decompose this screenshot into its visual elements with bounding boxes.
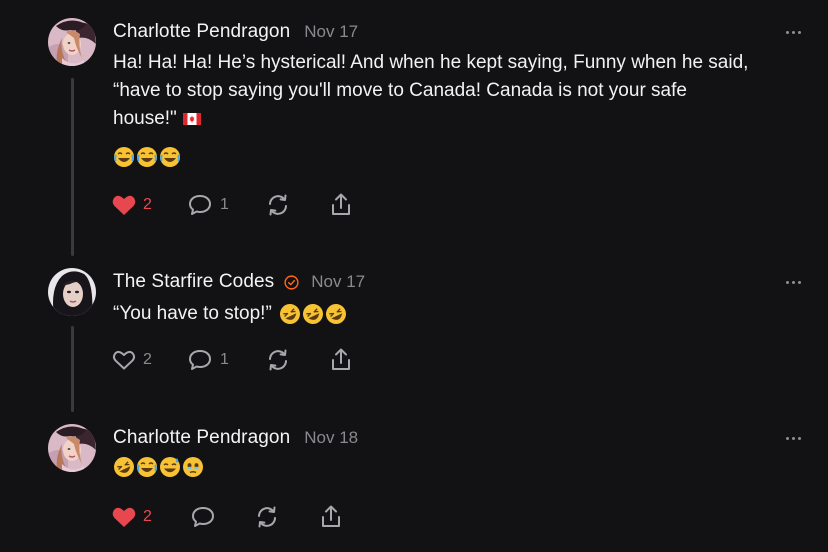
restack-button[interactable] bbox=[254, 503, 280, 531]
canada-flag-icon bbox=[182, 113, 201, 125]
share-button[interactable] bbox=[329, 191, 353, 219]
inline-emojis bbox=[279, 303, 347, 325]
comment-text: Ha! Ha! Ha! He’s hysterical! And when he… bbox=[113, 49, 813, 133]
comment-actions: 2 1 bbox=[110, 191, 370, 219]
share-button[interactable] bbox=[329, 346, 353, 374]
more-icon[interactable] bbox=[782, 426, 804, 450]
comment-actions: 2 bbox=[110, 503, 370, 531]
avatar[interactable] bbox=[48, 424, 96, 472]
restack-icon bbox=[269, 349, 287, 371]
like-button[interactable]: 2 bbox=[112, 191, 152, 219]
comment-text-line: house!" bbox=[113, 108, 177, 129]
restack-button[interactable] bbox=[265, 346, 291, 374]
restack-icon bbox=[269, 194, 287, 216]
comment-icon bbox=[192, 507, 214, 527]
thread-line bbox=[71, 78, 74, 256]
share-icon bbox=[332, 348, 350, 370]
comment-text-line: “You have to stop!” bbox=[113, 303, 272, 324]
comment-text: “You have to stop!” bbox=[113, 300, 813, 328]
heart-icon bbox=[112, 507, 136, 527]
emoji-line bbox=[113, 456, 204, 478]
comment-text-line: Ha! Ha! Ha! He’s hysterical! And when he… bbox=[113, 52, 749, 73]
comment-header: The Starfire Codes Nov 17 bbox=[113, 268, 365, 296]
joy-emoji-icon bbox=[160, 147, 180, 167]
comment-date[interactable]: Nov 17 bbox=[304, 22, 358, 42]
like-button[interactable]: 2 bbox=[112, 503, 152, 531]
comment-icon bbox=[189, 350, 211, 370]
reply-count: 1 bbox=[220, 351, 229, 368]
joy-emoji-icon bbox=[114, 147, 134, 167]
share-button[interactable] bbox=[319, 503, 343, 531]
rofl-emoji-icon bbox=[325, 304, 346, 324]
comment-header: Charlotte Pendragon Nov 17 bbox=[113, 18, 358, 46]
avatar[interactable] bbox=[48, 18, 96, 66]
like-count: 2 bbox=[143, 351, 152, 368]
rofl-emoji-icon bbox=[302, 304, 323, 324]
joy-emoji-icon bbox=[137, 147, 157, 167]
holding-back-tears-emoji-icon bbox=[183, 457, 203, 477]
comment-date[interactable]: Nov 18 bbox=[304, 428, 358, 448]
reply-button[interactable]: 1 bbox=[187, 191, 229, 219]
like-button[interactable]: 2 bbox=[112, 346, 152, 374]
restack-icon bbox=[258, 506, 276, 528]
reply-button[interactable] bbox=[190, 503, 216, 531]
rofl-emoji-icon bbox=[279, 304, 300, 324]
reply-button[interactable]: 1 bbox=[187, 346, 229, 374]
like-count: 2 bbox=[143, 508, 152, 525]
share-icon bbox=[322, 505, 340, 527]
thread-line bbox=[71, 326, 74, 412]
comment-actions: 2 1 bbox=[110, 346, 370, 374]
sweat-smile-emoji-icon bbox=[160, 457, 180, 477]
comment-icon bbox=[189, 195, 211, 215]
avatar[interactable] bbox=[48, 268, 96, 316]
joy-emoji-icon bbox=[137, 457, 157, 477]
verified-icon bbox=[284, 274, 299, 290]
emoji-line bbox=[113, 146, 181, 168]
more-icon[interactable] bbox=[782, 20, 804, 44]
heart-icon bbox=[112, 195, 136, 215]
heart-outline-icon bbox=[112, 350, 136, 370]
restack-button[interactable] bbox=[265, 191, 291, 219]
reply-count: 1 bbox=[220, 196, 229, 213]
author-name[interactable]: The Starfire Codes bbox=[113, 271, 274, 293]
author-name[interactable]: Charlotte Pendragon bbox=[113, 427, 290, 449]
like-count: 2 bbox=[143, 196, 152, 213]
comment-header: Charlotte Pendragon Nov 18 bbox=[113, 424, 358, 452]
comment-text-line: “have to stop saying you'll move to Cana… bbox=[113, 80, 687, 101]
share-icon bbox=[332, 193, 350, 215]
more-icon[interactable] bbox=[782, 270, 804, 294]
rofl-emoji-icon bbox=[114, 457, 134, 477]
author-name[interactable]: Charlotte Pendragon bbox=[113, 21, 290, 43]
comment-date[interactable]: Nov 17 bbox=[311, 272, 365, 292]
